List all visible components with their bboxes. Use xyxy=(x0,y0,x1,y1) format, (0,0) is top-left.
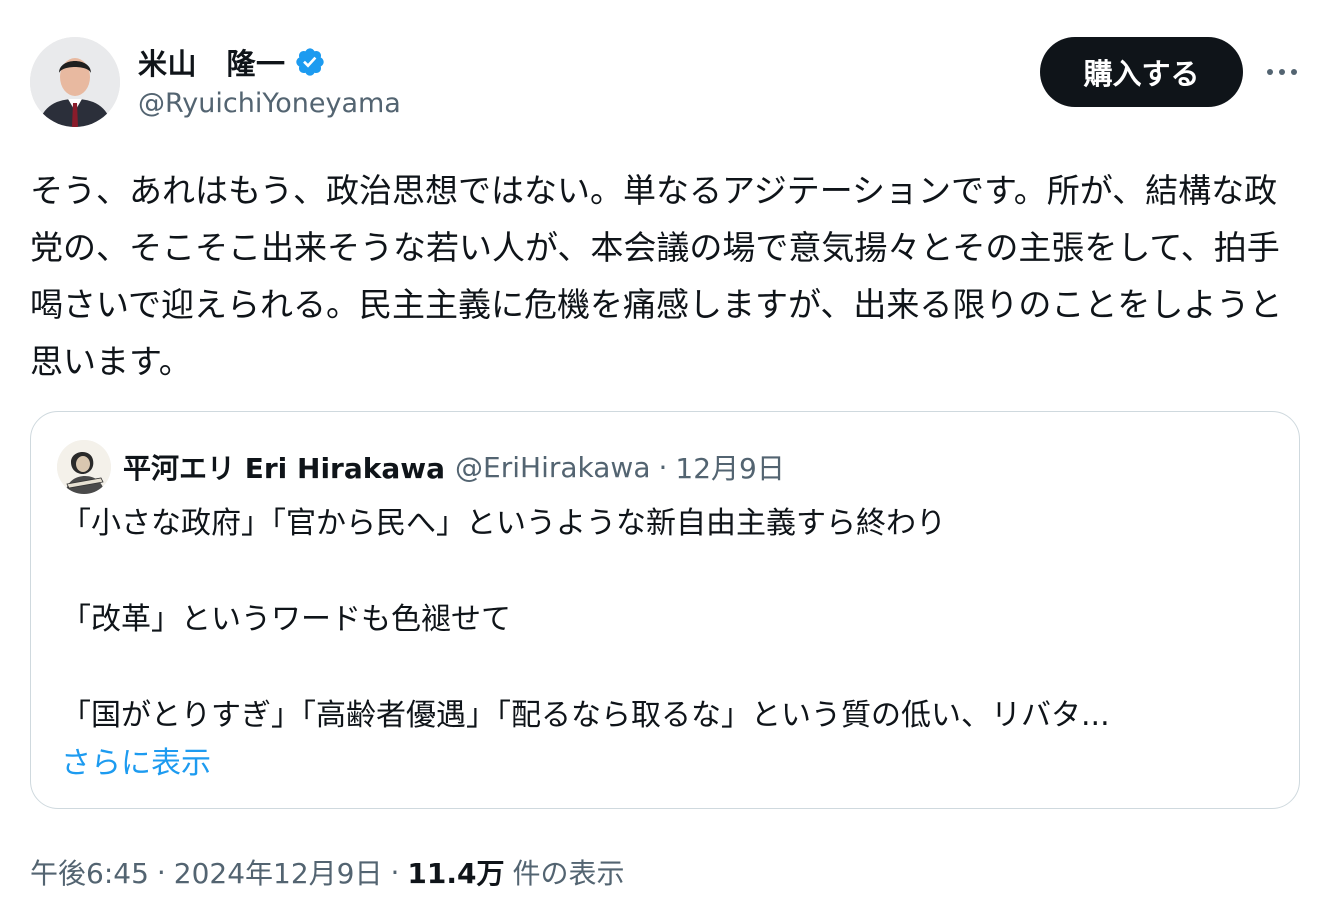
quote-author-avatar[interactable] xyxy=(57,440,111,494)
meta-separator: · xyxy=(156,855,166,889)
more-options-button[interactable] xyxy=(1262,54,1302,90)
quote-line-spacer xyxy=(61,548,1271,596)
author-handle[interactable]: @RyuichiYoneyama xyxy=(138,88,401,119)
buy-button[interactable]: 購入する xyxy=(1040,37,1243,107)
show-more-link[interactable]: さらに表示 xyxy=(61,738,211,782)
views-label: 件の表示 xyxy=(512,857,625,890)
more-horizontal-icon xyxy=(1267,69,1297,75)
tweet-meta: 午後6:45 · 2024年12月9日 · 11.4万 件の表示 xyxy=(30,852,625,892)
tweet-time[interactable]: 午後6:45 xyxy=(30,852,149,892)
views-count: 11.4万 xyxy=(407,857,505,890)
author-name-row[interactable]: 米山 隆一 xyxy=(138,40,326,84)
quote-line: 「小さな政府」「官から民へ」というような新自由主義すら終わり xyxy=(61,506,946,541)
tweet-date[interactable]: 2024年12月9日 xyxy=(174,852,383,892)
quote-header: 平河エリ Eri Hirakawa @EriHirakawa · 12月9日 xyxy=(123,446,785,488)
quote-tweet-card[interactable]: 平河エリ Eri Hirakawa @EriHirakawa · 12月9日 「… xyxy=(30,411,1300,809)
quote-date[interactable]: 12月9日 xyxy=(675,447,784,487)
quote-text: 「小さな政府」「官から民へ」というような新自由主義すら終わり 「改革」というワー… xyxy=(61,500,1271,740)
quote-separator: · xyxy=(658,450,668,484)
meta-separator: · xyxy=(390,855,400,889)
author-name[interactable]: 米山 隆一 xyxy=(138,41,286,83)
quote-line: 「国がとりすぎ」「高齢者優遇」「配るなら取るな」という質の低い、リバタ... xyxy=(61,698,1110,733)
author-avatar[interactable] xyxy=(30,37,120,127)
verified-badge-icon xyxy=(295,48,324,76)
quote-author-name[interactable]: 平河エリ Eri Hirakawa xyxy=(123,447,445,487)
quote-line-spacer xyxy=(61,644,1271,692)
quote-line: 「改革」というワードも色褪せて xyxy=(61,602,511,637)
quote-author-handle[interactable]: @EriHirakawa xyxy=(455,451,650,484)
quote-avatar-illustration xyxy=(57,440,111,494)
tweet-text: そう、あれはもう、政治思想ではない。単なるアジテーションです。所が、結構な政党の… xyxy=(30,171,1283,381)
author-avatar-photo xyxy=(30,37,120,127)
